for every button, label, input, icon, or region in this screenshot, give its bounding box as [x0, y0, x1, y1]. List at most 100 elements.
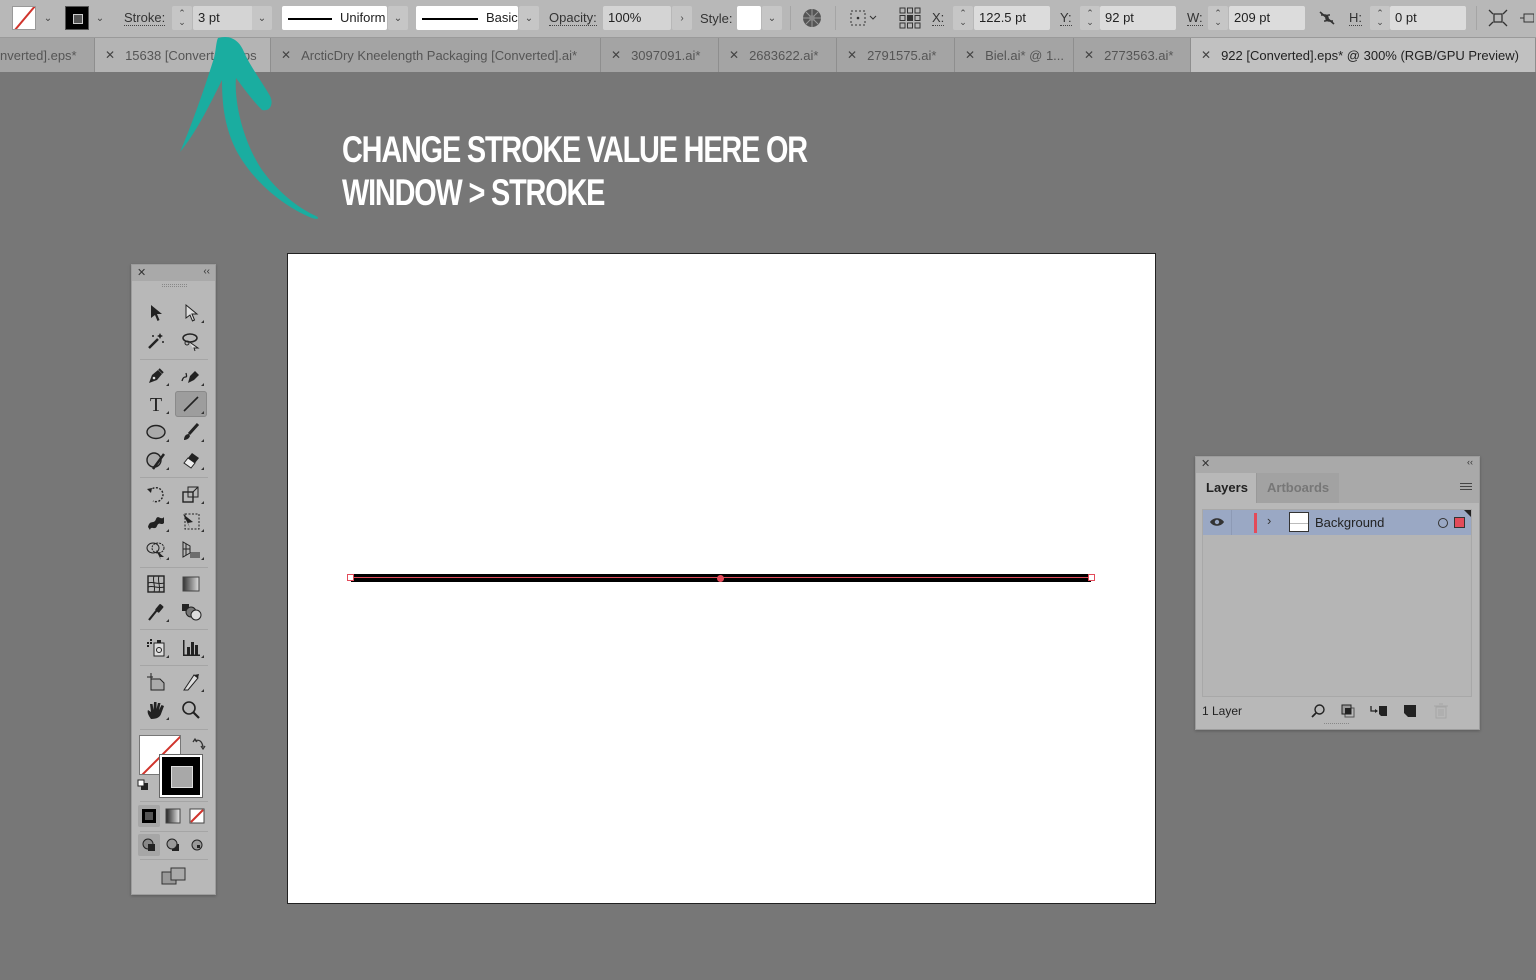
pen-tool-icon[interactable] [140, 363, 172, 389]
none-mode-icon[interactable] [186, 805, 208, 827]
draw-inside-icon[interactable] [186, 834, 208, 856]
close-icon[interactable]: ✕ [729, 48, 739, 62]
close-icon[interactable]: ✕ [1084, 48, 1094, 62]
draw-behind-icon[interactable] [162, 834, 184, 856]
magic-wand-tool-icon[interactable] [140, 328, 172, 354]
draw-normal-icon[interactable] [138, 834, 160, 856]
opacity-expand-chevron-icon[interactable]: › [672, 6, 692, 30]
align-options-icon[interactable] [848, 6, 880, 30]
shape-builder-tool-icon[interactable] [140, 537, 172, 563]
stroke-color-swatch[interactable] [159, 754, 203, 798]
lasso-tool-icon[interactable] [175, 328, 207, 354]
close-icon[interactable]: ✕ [1201, 48, 1211, 62]
paintbrush-tool-icon[interactable] [175, 419, 207, 445]
y-label[interactable]: Y: [1060, 10, 1072, 26]
close-icon[interactable]: ✕ [847, 48, 857, 62]
type-tool-icon[interactable]: T [140, 391, 172, 417]
target-circle-icon[interactable] [1438, 518, 1448, 528]
h-stepper[interactable]: ⌃ ⌄ [1370, 6, 1390, 30]
anchor-point-end[interactable] [1088, 574, 1095, 581]
fill-dropdown-chevron-icon[interactable]: ⌄ [38, 6, 58, 30]
ellipse-tool-icon[interactable] [140, 419, 172, 445]
perspective-grid-tool-icon[interactable] [175, 537, 207, 563]
reference-point-icon[interactable] [898, 6, 922, 30]
h-label[interactable]: H: [1349, 10, 1362, 26]
shaper-tool-icon[interactable] [140, 447, 172, 473]
layer-row[interactable]: › Background [1203, 510, 1471, 535]
y-stepper[interactable]: ⌃ ⌄ [1080, 6, 1100, 30]
variable-width-profile[interactable]: Uniform [282, 6, 387, 30]
layer-name[interactable]: Background [1315, 515, 1384, 530]
document-tab[interactable]: ✕ 2683622.ai* [719, 38, 837, 72]
document-tab[interactable]: nverted].eps* [0, 38, 95, 72]
brush-definition[interactable]: Basic [416, 6, 518, 30]
x-stepper[interactable]: ⌃ ⌄ [953, 6, 973, 30]
panel-menu-icon[interactable] [1460, 483, 1472, 492]
selection-indicator[interactable] [1454, 517, 1465, 528]
graphic-style-swatch[interactable] [737, 6, 761, 30]
x-input[interactable]: 122.5 pt [974, 6, 1050, 30]
create-new-layer-icon[interactable] [1402, 703, 1418, 719]
close-icon[interactable]: ✕ [137, 266, 146, 279]
collapse-icon[interactable]: ‹‹ [203, 266, 210, 277]
x-label[interactable]: X: [932, 10, 945, 26]
document-tab[interactable]: ✕ 2791575.ai* [837, 38, 955, 72]
style-dropdown[interactable]: ⌄ [762, 6, 782, 30]
constrain-proportions-link-icon[interactable] [1316, 6, 1338, 30]
y-input[interactable]: 92 pt [1100, 6, 1176, 30]
profile-dropdown[interactable]: ⌄ [388, 6, 408, 30]
panel-resize-grip[interactable] [1324, 723, 1349, 727]
tab-artboards[interactable]: Artboards [1256, 473, 1340, 503]
stroke-weight-dropdown[interactable]: ⌄ [252, 6, 272, 30]
hand-tool-icon[interactable] [140, 697, 172, 723]
free-transform-tool-icon[interactable] [175, 509, 207, 535]
warp-tool-icon[interactable] [140, 509, 172, 535]
close-icon[interactable]: ✕ [965, 48, 975, 62]
curvature-tool-icon[interactable] [175, 363, 207, 389]
tab-layers[interactable]: Layers [1196, 473, 1258, 503]
stroke-label[interactable]: Stroke: [124, 10, 166, 26]
stroke-dropdown-chevron-icon[interactable]: ⌄ [90, 6, 110, 30]
scale-tool-icon[interactable] [175, 481, 207, 507]
collapse-icon[interactable]: ‹‹ [1467, 457, 1473, 467]
close-icon[interactable]: ✕ [105, 48, 115, 62]
zoom-tool-icon[interactable] [175, 697, 207, 723]
stroke-swatch[interactable] [65, 6, 89, 30]
default-fill-stroke-icon[interactable] [135, 777, 151, 793]
tools-panel-header[interactable]: ✕ ‹‹ [132, 265, 215, 281]
h-input[interactable]: 0 pt [1390, 6, 1466, 30]
locate-object-search-icon[interactable] [1310, 703, 1326, 719]
brush-dropdown[interactable]: ⌄ [519, 6, 539, 30]
fill-swatch[interactable] [12, 6, 36, 30]
layers-panel-header[interactable]: ✕ ‹‹ [1196, 457, 1479, 471]
color-mode-icon[interactable] [138, 805, 160, 827]
w-label[interactable]: W: [1187, 10, 1203, 26]
line-segment-tool-icon[interactable] [175, 391, 207, 417]
make-clipping-mask-icon[interactable] [1340, 703, 1356, 719]
selection-tool-icon[interactable] [140, 300, 172, 326]
document-tab[interactable]: ✕ Biel.ai* @ 1... [955, 38, 1074, 72]
stroke-weight-stepper[interactable]: ⌃ ⌄ [172, 6, 192, 30]
isolate-selection-icon[interactable] [1518, 6, 1536, 30]
mesh-tool-icon[interactable] [140, 571, 172, 597]
w-stepper[interactable]: ⌃ ⌄ [1208, 6, 1228, 30]
gradient-mode-icon[interactable] [162, 805, 184, 827]
slice-tool-icon[interactable] [175, 669, 207, 695]
opacity-input[interactable]: 100% [603, 6, 671, 30]
anchor-point-start[interactable] [347, 574, 354, 581]
document-tab[interactable]: ✕ 2773563.ai* [1074, 38, 1191, 72]
direct-selection-tool-icon[interactable] [175, 300, 207, 326]
symbol-sprayer-tool-icon[interactable] [140, 635, 172, 661]
visibility-eye-icon[interactable] [1209, 515, 1225, 534]
close-icon[interactable]: ✕ [611, 48, 621, 62]
w-input[interactable]: 209 pt [1229, 6, 1305, 30]
blend-tool-icon[interactable] [175, 599, 207, 625]
recolor-artwork-icon[interactable] [800, 6, 824, 30]
eyedropper-tool-icon[interactable] [140, 599, 172, 625]
change-screen-mode-icon[interactable] [160, 865, 188, 887]
eraser-tool-icon[interactable] [175, 447, 207, 473]
rotate-tool-icon[interactable] [140, 481, 172, 507]
close-icon[interactable]: ✕ [1201, 457, 1210, 470]
panel-grip[interactable] [162, 284, 187, 287]
gradient-tool-icon[interactable] [175, 571, 207, 597]
